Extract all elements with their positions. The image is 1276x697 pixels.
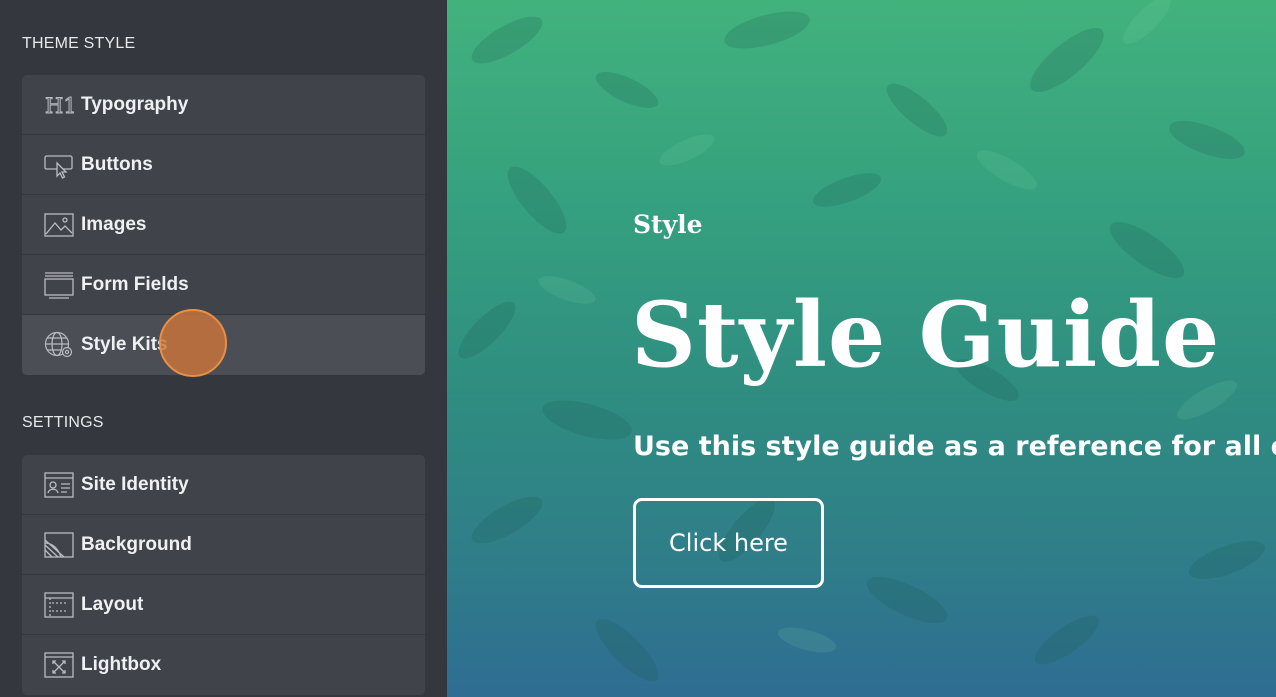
- click-indicator: [159, 309, 227, 377]
- menu-item-lightbox[interactable]: Lightbox: [22, 635, 425, 695]
- menu-item-label: Site Identity: [81, 473, 189, 495]
- menu-item-label: Form Fields: [81, 273, 189, 295]
- settings-section-title: SETTINGS: [22, 414, 104, 431]
- menu-item-label: Lightbox: [81, 654, 162, 675]
- menu-item-label: Images: [81, 213, 147, 235]
- menu-item-site-identity[interactable]: Site Identity: [22, 455, 425, 515]
- menu-item-images[interactable]: Images: [22, 195, 425, 255]
- theme-style-section-title: THEME STYLE: [22, 35, 136, 52]
- menu-item-label: Typography: [81, 93, 189, 115]
- menu-item-background[interactable]: Background: [22, 515, 425, 575]
- background-icon: [44, 530, 74, 560]
- button-cursor-icon: [44, 150, 74, 180]
- preview-kicker-text: Style: [633, 210, 703, 239]
- menu-item-label: Style Kits: [81, 334, 168, 355]
- menu-item-label: Layout: [81, 593, 144, 615]
- layout-icon: [44, 590, 74, 620]
- globe-gear-icon: [44, 330, 74, 360]
- settings-sidebar: THEME STYLE H1 Typography Buttons Images…: [0, 0, 447, 697]
- heading-h1-icon: H1: [44, 90, 75, 120]
- menu-item-typography[interactable]: H1 Typography: [22, 75, 425, 135]
- menu-item-layout[interactable]: Layout: [22, 575, 425, 635]
- lightbox-expand-icon: [44, 650, 74, 680]
- menu-item-label: Buttons: [81, 153, 153, 175]
- id-card-icon: [44, 470, 74, 500]
- preview-subtitle: Use this style guide as a reference for …: [633, 431, 1276, 462]
- settings-menu: Site Identity Background Layout Lightbox: [22, 455, 425, 695]
- svg-text:H1: H1: [45, 94, 74, 118]
- click-here-button[interactable]: Click here: [633, 498, 824, 588]
- page-preview-canvas: Style Style Guide Use this style guide a…: [447, 0, 1276, 697]
- menu-item-buttons[interactable]: Buttons: [22, 135, 425, 195]
- preview-headline: Style Guide: [631, 282, 1221, 388]
- menu-item-label: Background: [81, 533, 192, 555]
- image-icon: [44, 210, 74, 240]
- menu-item-form-fields[interactable]: Form Fields: [22, 255, 425, 315]
- form-field-icon: [44, 270, 74, 300]
